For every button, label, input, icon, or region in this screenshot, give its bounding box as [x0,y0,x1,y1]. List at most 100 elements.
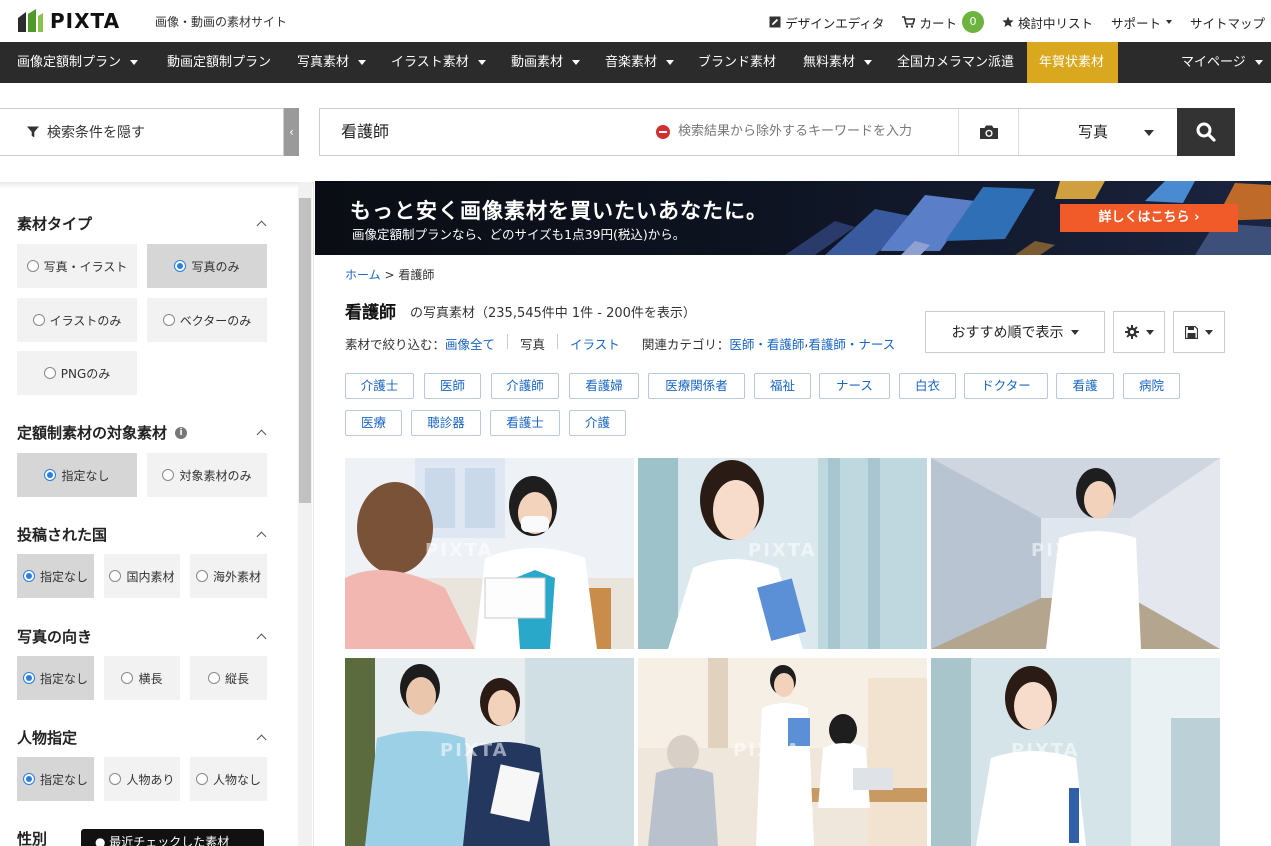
pixta-logo[interactable]: PIXTA [16,8,120,34]
option-country-overseas[interactable]: 海外素材 [190,554,267,598]
sidebar-scrollbar-thumb[interactable] [299,198,311,503]
star-icon [1002,16,1014,27]
nav-item-videos[interactable]: 動画素材 [511,42,581,83]
camera-icon [979,125,998,139]
nav-item-new-year-cards[interactable]: 年賀状素材 [1027,42,1118,83]
tag-chip[interactable]: 医療 [345,410,402,436]
option-subscription-none[interactable]: 指定なし [17,453,137,497]
option-people-none[interactable]: 指定なし [17,757,94,801]
section-title-text: 性別 [17,830,48,846]
result-thumbnail[interactable]: PIXTA [931,458,1220,649]
nav-label: 無料素材 [803,55,856,70]
option-vector-only[interactable]: ベクターのみ [147,298,267,342]
result-thumbnail[interactable]: PIXTA [345,458,634,649]
option-orientation-landscape[interactable]: 横長 [104,656,180,700]
result-thumbnail[interactable]: PIXTA [638,458,927,649]
option-png-only[interactable]: PNGのみ [17,351,137,395]
tag-chip[interactable]: 介護師 [491,373,559,399]
tag-chip[interactable]: 看護婦 [569,373,639,399]
option-illust-only[interactable]: イラストのみ [17,298,137,342]
tag-chip[interactable]: 医療関係者 [648,373,745,399]
gear-icon [1124,325,1139,339]
radio-icon [195,773,208,785]
option-label: 人物なし [212,772,261,787]
option-country-none[interactable]: 指定なし [17,554,94,598]
nav-item-photographer[interactable]: 全国カメラマン派遣 [897,42,1014,83]
cart-count-badge: 0 [961,11,984,33]
tag-chip[interactable]: 看護 [1056,373,1114,399]
nav-item-free[interactable]: 無料素材 [803,42,873,83]
option-label: 写真のみ [191,259,240,274]
nav-label: 写真素材 [297,55,350,70]
option-photo-only[interactable]: 写真のみ [147,244,267,288]
nav-item-brand[interactable]: ブランド素材 [698,42,776,83]
support-label: サポート [1110,15,1161,31]
result-thumbnail[interactable]: PIXTA [638,658,927,846]
banner-cta-button[interactable]: 詳しくはこちら › [1060,204,1238,232]
promo-banner[interactable]: もっと安く画像素材を買いたいあなたに。 画像定額制プランなら、どのサイズも1点3… [315,181,1271,255]
breadcrumb-home-link[interactable]: ホーム [345,268,381,282]
sort-dropdown[interactable]: おすすめ順で表示 [925,311,1105,353]
image-search-button[interactable] [958,109,1018,155]
tag-chip[interactable]: 聴診器 [411,410,481,436]
watermark-text: PIXTA [1031,540,1100,561]
save-dropdown[interactable] [1173,311,1225,353]
sidebar-shadow [0,182,314,188]
section-title-country: 投稿された国 [17,524,107,545]
option-country-domestic[interactable]: 国内素材 [104,554,180,598]
option-label: 指定なし [39,671,88,686]
wishlist-link[interactable]: 検討中リスト [1002,13,1093,32]
sitemap-label: サイトマップ [1189,15,1265,31]
tag-chip[interactable]: 介護 [569,410,626,436]
nav-item-photos[interactable]: 写真素材 [297,42,367,83]
tag-chip[interactable]: 医師 [424,373,481,399]
tag-chip[interactable]: 介護士 [345,373,414,399]
option-subscription-only[interactable]: 対象素材のみ [147,453,267,497]
recently-viewed-popup[interactable]: ● 最近チェックした素材 [81,829,264,846]
related-category-doctor-nurse[interactable]: 医師・看護師 [729,334,804,353]
banner-subtext: 画像定額制プランなら、どのサイズも1点39円(税込)から。 [352,227,686,242]
filter-illust-link[interactable]: イラスト [570,334,620,353]
collapse-sidebar-handle[interactable]: ‹ [284,108,299,156]
section-title-subscription: 定額制素材の対象素材 i [17,422,188,443]
radio-icon [195,570,208,582]
radio-icon [162,469,175,481]
settings-dropdown[interactable] [1113,311,1165,353]
design-editor-link[interactable]: デザインエディタ [769,13,884,32]
tag-chip[interactable]: 福祉 [754,373,811,399]
nav-item-image-subscription[interactable]: 画像定額制プラン [17,42,139,83]
option-orientation-portrait[interactable]: 縦長 [190,656,267,700]
info-icon[interactable]: i [175,426,188,439]
exclude-keyword-input[interactable]: 検索結果から除外するキーワードを入力 [656,109,912,155]
option-photo-illust[interactable]: 写真・イラスト [17,244,137,288]
material-type-select[interactable]: 写真 [1018,109,1178,155]
sitemap-link[interactable]: サイトマップ [1190,13,1265,32]
nav-item-mypage[interactable]: マイページ [1181,42,1263,83]
option-label: 指定なし [39,569,88,584]
option-people-with[interactable]: 人物あり [104,757,180,801]
option-label: 縦長 [224,671,249,686]
tag-chip[interactable]: 病院 [1123,373,1180,399]
search-button[interactable] [1177,108,1235,156]
related-category-nurse[interactable]: 看護師・ナース [808,334,895,353]
cart-link[interactable]: カート 0 [902,11,984,33]
result-thumbnail[interactable]: PIXTA [931,658,1220,846]
tag-chip[interactable]: 看護士 [490,410,560,436]
filter-all-link[interactable]: 画像全て [445,334,495,353]
result-thumbnail[interactable]: PIXTA [345,658,634,846]
material-filter-line: 素材で絞り込む： 画像全て 写真 イラスト 関連カテゴリ： 医師・看護師, 看護… [345,334,895,353]
option-orientation-none[interactable]: 指定なし [17,656,94,700]
support-menu[interactable]: サポート [1111,13,1172,32]
nav-item-music[interactable]: 音楽素材 [605,42,675,83]
radio-icon [32,314,45,326]
nav-item-illustrations[interactable]: イラスト素材 [391,42,486,83]
tag-chip[interactable]: ナース [819,373,890,399]
toggle-filters-button[interactable]: 検索条件を隠す [0,108,284,156]
search-input[interactable]: 看護師 [341,109,389,155]
tag-chip[interactable]: ドクター [964,373,1048,399]
nav-item-video-subscription[interactable]: 動画定額制プラン [167,42,271,83]
top-bar: PIXTA 画像・動画の素材サイト デザインエディタ カート 0 検討中リスト … [0,0,1271,42]
option-people-without[interactable]: 人物なし [190,757,267,801]
tag-chip[interactable]: 白衣 [899,373,956,399]
